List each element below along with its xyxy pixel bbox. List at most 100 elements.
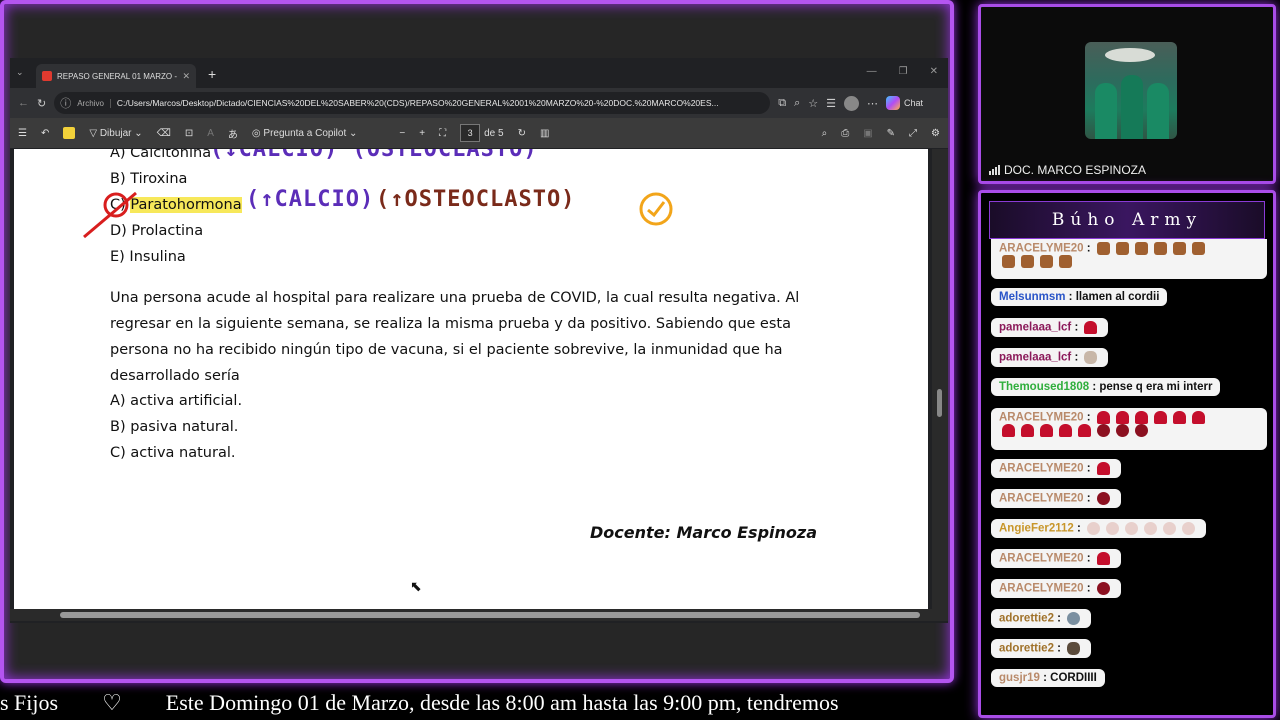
page-number-input[interactable]: 3	[460, 124, 481, 142]
window-controls: — ❐ ✕	[867, 66, 938, 77]
save-icon[interactable]: ▣	[863, 128, 872, 139]
profile-avatar[interactable]	[844, 95, 859, 111]
two-page-icon[interactable]: ▥	[540, 128, 549, 139]
tab-pdf[interactable]: REPASO GENERAL 01 MARZO - DOC ✕	[36, 64, 196, 88]
url-text: C:/Users/Marcos/Desktop/Dictado/CIENCIAS…	[116, 98, 719, 108]
option-d-prev: D) Prolactina	[110, 223, 204, 239]
book-emoji-icon	[1191, 242, 1205, 255]
save-as-icon[interactable]: ✎	[887, 128, 895, 139]
browser-window: ⌄ REPASO GENERAL 01 MARZO - DOC ✕ + — ❐ …	[10, 58, 948, 623]
crying-face-emoji-icon	[1163, 522, 1177, 535]
undo-icon[interactable]: ↶	[41, 128, 49, 139]
question-paragraph: Una persona acude al hospital para reali…	[110, 290, 800, 384]
copilot-button[interactable]: ◎ Pregunta a Copilot ⌄	[252, 128, 358, 139]
siren-emoji-icon	[1153, 411, 1167, 424]
horizontal-scrollbar[interactable]	[10, 609, 948, 621]
new-tab-icon[interactable]: +	[208, 66, 216, 82]
teacher-signature: Docente: Marco Espinoza	[590, 523, 818, 542]
siren-emoji-icon	[1084, 321, 1098, 334]
text-icon[interactable]: ⊡	[185, 128, 193, 139]
crying-face-emoji-icon	[1087, 522, 1101, 535]
ink-annotation-top: (↓CALCIO) (OSTEOCLASTO)	[210, 149, 538, 162]
fit-page-icon[interactable]: ⛶	[439, 128, 446, 139]
siren-emoji-icon	[1078, 424, 1091, 437]
bird-emoji-icon	[1067, 612, 1081, 625]
chat-label: Chat	[904, 98, 924, 108]
horizontal-scroll-thumb[interactable]	[60, 612, 920, 618]
favorite-icon[interactable]: ☆	[808, 97, 818, 110]
siren-emoji-icon	[1059, 424, 1072, 437]
chat-message: adorettie2 :	[991, 639, 1092, 658]
burst-emoji-icon	[1135, 424, 1148, 437]
chat-username: pamelaaa_lcf	[999, 321, 1072, 334]
zoom-icon[interactable]: ⌕	[794, 97, 800, 110]
siren-emoji-icon	[1040, 424, 1053, 437]
minimize-icon[interactable]: —	[867, 66, 877, 77]
chat-title: Búho Army	[989, 201, 1265, 239]
read-aloud-icon[interactable]: A	[207, 128, 214, 139]
book-emoji-icon	[1002, 255, 1015, 268]
chat-button[interactable]: Chat	[886, 96, 923, 110]
siren-emoji-icon	[1021, 424, 1034, 437]
close-window-icon[interactable]: ✕	[930, 66, 938, 77]
maximize-icon[interactable]: ❐	[899, 66, 908, 77]
chat-message: ARACELYME20 :	[991, 408, 1267, 450]
contents-icon[interactable]: ☰	[18, 128, 27, 139]
chat-message: ARACELYME20 :	[991, 579, 1121, 598]
draw-button[interactable]: ▽ Dibujar ⌄	[89, 128, 142, 139]
camera-name: DOC. MARCO ESPINOZA	[1004, 163, 1147, 177]
chat-message: adorettie2 :	[991, 609, 1092, 628]
translate-doc-icon[interactable]: あ	[228, 126, 238, 141]
option-a-prev: A) Calcitonina	[110, 149, 212, 161]
siren-emoji-icon	[1191, 411, 1205, 424]
address-bar[interactable]: ⓘ Archivo C:/Users/Marcos/Desktop/Dictad…	[54, 92, 771, 114]
chat-text: llamen al cordii	[1075, 291, 1160, 303]
pdf-page: A) Calcitonina (↓CALCIO) (OSTEOCLASTO) B…	[14, 149, 928, 609]
book-emoji-icon	[1172, 242, 1186, 255]
erase-icon[interactable]: ⌫	[157, 128, 171, 139]
book-emoji-icon	[1021, 255, 1034, 268]
burst-emoji-icon	[1096, 582, 1110, 595]
vertical-scroll-thumb[interactable]	[937, 389, 942, 417]
crying-face-emoji-icon	[1182, 522, 1196, 535]
chat-message: ARACELYME20 :	[991, 489, 1121, 508]
print-icon[interactable]: ⎙	[841, 128, 849, 139]
crying-face-emoji-icon	[1144, 522, 1158, 535]
vertical-scrollbar[interactable]	[932, 149, 948, 609]
crying-face-emoji-icon	[1106, 522, 1120, 535]
screen-share-frame: ⌄ REPASO GENERAL 01 MARZO - DOC ✕ + — ❐ …	[0, 0, 954, 683]
zoom-out-icon[interactable]: −	[399, 128, 405, 139]
settings-icon[interactable]: ⚙	[931, 128, 940, 139]
favorites-bar-icon[interactable]: ☰	[826, 97, 836, 110]
burst-emoji-icon	[1097, 424, 1110, 437]
tab-list-icon[interactable]: ⌄	[16, 67, 24, 78]
translate-icon[interactable]: ⧉	[778, 97, 786, 110]
siren-emoji-icon	[1096, 462, 1110, 475]
book-emoji-icon	[1134, 242, 1148, 255]
close-tab-icon[interactable]: ✕	[182, 71, 190, 82]
chat-text: CORDIIII	[1050, 672, 1097, 684]
search-icon[interactable]: ⌕	[822, 128, 828, 139]
copilot-label: Pregunta a Copilot	[263, 127, 347, 139]
pdf-toolbar: ☰ ↶ ▽ Dibujar ⌄ ⌫ ⊡ A あ ◎ Pregunta a Cop…	[10, 118, 948, 148]
refresh-icon[interactable]: ↻	[37, 97, 46, 110]
chat-username: ARACELYME20	[999, 552, 1084, 565]
zoom-in-icon[interactable]: +	[419, 128, 425, 139]
back-icon[interactable]: ←	[18, 97, 29, 109]
siren-emoji-icon	[1172, 411, 1186, 424]
rotate-icon[interactable]: ↻	[518, 128, 526, 139]
surgeon-figure	[1121, 75, 1143, 139]
ink-check-circle	[639, 192, 673, 226]
chat-message: ARACELYME20 :	[991, 549, 1121, 568]
tab-title: REPASO GENERAL 01 MARZO - DOC	[57, 71, 177, 81]
chat-username: adorettie2	[999, 642, 1054, 655]
siren-emoji-icon	[1115, 411, 1129, 424]
chat-username: AngieFer2112	[999, 522, 1074, 535]
crying-face-emoji-icon	[1125, 522, 1139, 535]
more-icon[interactable]: ⋯	[867, 97, 878, 110]
highlight-icon[interactable]	[63, 127, 76, 139]
fullscreen-icon[interactable]: ⤢	[909, 128, 917, 139]
chat-message: AngieFer2112 :	[991, 519, 1207, 538]
chat-username: pamelaaa_lcf	[999, 351, 1072, 364]
mouse-cursor-icon: ⬉	[410, 579, 422, 595]
